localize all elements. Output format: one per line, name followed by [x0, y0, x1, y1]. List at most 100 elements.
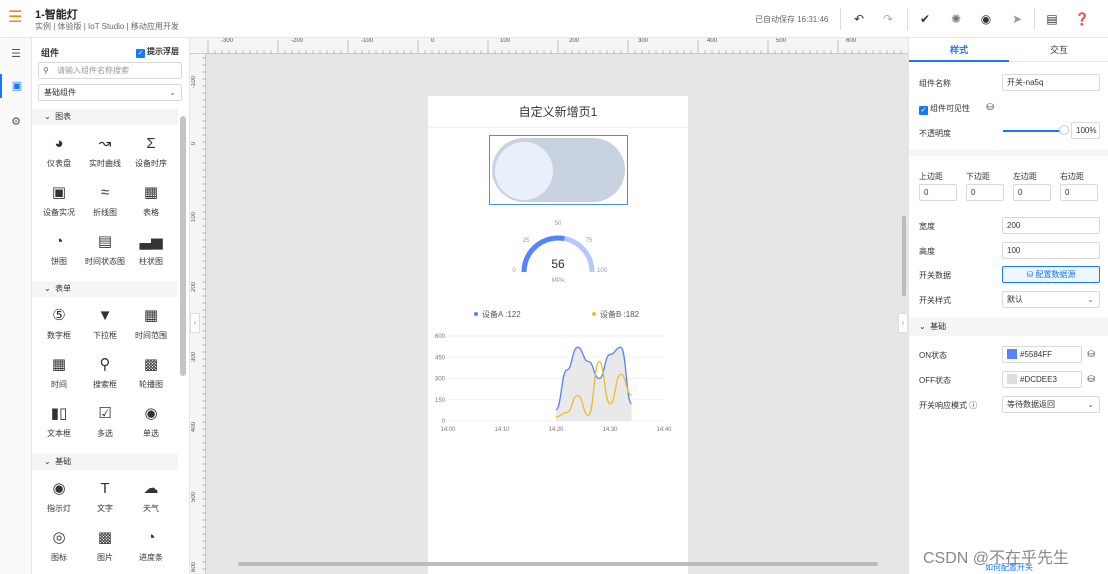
gauge-widget[interactable]: 0 25 50 75 100 56 MPA [428, 216, 688, 296]
margin-bottom-input[interactable]: 0 [966, 184, 1004, 201]
component-pie[interactable]: ◔ 饼图 [36, 228, 82, 276]
on-state-label: ON状态 [919, 351, 947, 360]
float-tip-checkbox[interactable]: ✓ 提示浮层 [136, 46, 179, 58]
switch-component[interactable] [489, 135, 628, 205]
category-select[interactable]: 基础组件 ⌄ [38, 84, 182, 101]
debug-icon[interactable]: ✺ [948, 11, 964, 27]
margin-right-input[interactable]: 0 [1060, 184, 1098, 201]
check-icon[interactable]: ✔ [917, 11, 933, 27]
component-bar-chart[interactable]: ▃▅ 柱状图 [128, 228, 174, 276]
publish-icon[interactable]: ➤ [1009, 11, 1025, 27]
curve-icon: ↝ [98, 135, 112, 152]
preview-eye-icon[interactable]: ◉ [978, 11, 994, 27]
canvas-horizontal-scrollbar[interactable] [238, 562, 878, 566]
component-image[interactable]: ▩ 图片 [82, 524, 128, 572]
component-indicator[interactable]: ◉ 指示灯 [36, 475, 82, 523]
off-color-input[interactable]: #DCDEE3 [1002, 371, 1082, 388]
switch-style-select[interactable]: 默认 ⌄ [1002, 291, 1100, 308]
component-text-box[interactable]: ▮▯ 文本框 [36, 400, 82, 448]
collapse-left-button[interactable]: ‹ [190, 313, 200, 333]
collapse-right-button[interactable]: › [898, 313, 908, 333]
component-time-range[interactable]: ▦ 时间范围 [128, 302, 174, 350]
datasource-button-label: 配置数据源 [1035, 270, 1076, 279]
component-line-chart[interactable]: ≈ 折线图 [82, 179, 128, 227]
legend-series-b[interactable]: 设备B :182 [600, 309, 640, 319]
component-device-live[interactable]: ▣ 设备实况 [36, 179, 82, 227]
gauge-unit: MPA [552, 278, 565, 284]
component-text[interactable]: T 文字 [82, 475, 128, 523]
how-to-configure-link[interactable]: 如何配置开关 [985, 562, 1033, 573]
gauge-tick-label: 0 [512, 268, 516, 274]
help-icon[interactable]: ⓘ [969, 401, 977, 410]
legend-series-a[interactable]: 设备A :122 [482, 309, 521, 319]
component-device-timeseries[interactable]: Σ 设备时序 [128, 130, 174, 178]
component-search-input[interactable]: ⚲ 请输入组件名称搜索 [38, 62, 182, 79]
component-search-box[interactable]: ⚲ 搜索框 [82, 351, 128, 399]
section-basic[interactable]: ⌄ 基础 [909, 318, 1108, 336]
component-gauge[interactable]: ◕ 仪表盘 [36, 130, 82, 178]
group-header-forms[interactable]: ⌄ 表单 [32, 281, 178, 297]
switch-track [492, 138, 625, 202]
y-tick-label: 150 [435, 398, 446, 404]
height-input[interactable]: 100 [1002, 242, 1100, 259]
response-mode-select[interactable]: 等待数据返回 ⌄ [1002, 396, 1100, 413]
component-dropdown[interactable]: ▼ 下拉框 [82, 302, 128, 350]
component-table[interactable]: ▦ 表格 [128, 179, 174, 227]
component-progress[interactable]: ◔ 进度条 [128, 524, 174, 572]
component-realtime-curve[interactable]: ↝ 实时曲线 [82, 130, 128, 178]
ruler-label: 600 [191, 562, 197, 573]
components-icon[interactable]: ▣ [0, 74, 32, 98]
group-header-basic[interactable]: ⌄ 基础 [32, 454, 178, 470]
document-icon[interactable]: ▤ [1044, 11, 1060, 27]
component-single-select[interactable]: ◉ 单选 [128, 400, 174, 448]
line-chart[interactable]: 设备A :122 设备B :182 0150300450600 14:00 14:… [428, 306, 688, 436]
legend-dot-b [592, 312, 596, 316]
component-name-input[interactable]: 开关-na5q [1002, 74, 1100, 91]
gauge-tick-label: 25 [523, 238, 530, 244]
pie-icon: ◔ [54, 233, 64, 250]
component-carousel[interactable]: ▩ 轮播图 [128, 351, 174, 399]
margin-left-input[interactable]: 0 [1013, 184, 1051, 201]
section-label: 基础 [930, 322, 947, 331]
mobile-page-frame[interactable]: 自定义新增页1 0 25 50 75 100 56 MPA 设备A :122 设… [428, 96, 688, 574]
database-icon[interactable]: ⛁ [1085, 372, 1097, 386]
settings-icon[interactable]: ⚙ [0, 110, 32, 134]
configure-datasource-button[interactable]: ⛁ 配置数据源 [1002, 266, 1100, 283]
layers-icon[interactable]: ☰ [0, 42, 32, 66]
component-weather[interactable]: ☁ 天气 [128, 475, 174, 523]
visibility-checkbox[interactable]: ✓ 组件可见性 [919, 103, 970, 115]
component-icon[interactable]: ◎ 图标 [36, 524, 82, 572]
component-time-status[interactable]: ▤ 时间状态图 [82, 228, 128, 276]
tab-style[interactable]: 样式 [909, 38, 1009, 62]
component-number-box[interactable]: ⑤ 数字框 [36, 302, 82, 350]
opacity-slider-handle[interactable] [1059, 125, 1069, 135]
tab-interaction[interactable]: 交互 [1009, 38, 1108, 62]
panel-scrollbar[interactable] [180, 116, 186, 376]
opacity-label: 不透明度 [919, 129, 951, 138]
ruler-label: -100 [361, 38, 374, 44]
opacity-value[interactable]: 100% [1071, 122, 1100, 139]
tile-label: 图片 [97, 553, 113, 562]
menu-icon[interactable]: ☰ [8, 10, 24, 26]
margin-top-input[interactable]: 0 [919, 184, 957, 201]
opacity-slider-track[interactable] [1003, 130, 1063, 132]
editor-canvas[interactable]: -300 -200 -100 0 100 200 300 400 500 600… [190, 38, 908, 574]
ruler-label: 500 [776, 38, 787, 44]
width-input[interactable]: 200 [1002, 217, 1100, 234]
on-color-input[interactable]: #5584FF [1002, 346, 1082, 363]
redo-icon[interactable]: ↷ [880, 11, 896, 27]
cloud-icon: ☁ [143, 480, 159, 497]
divider [907, 8, 908, 30]
component-multi-select[interactable]: ☑ 多选 [82, 400, 128, 448]
undo-icon[interactable]: ↶ [851, 11, 867, 27]
component-time[interactable]: ▦ 时间 [36, 351, 82, 399]
project-title: 1-智能灯 [35, 9, 78, 21]
response-mode-label: 开关响应模式 ⓘ [919, 400, 977, 411]
database-icon[interactable]: ⛁ [1085, 347, 1097, 361]
help-icon[interactable]: ❓ [1074, 11, 1090, 27]
database-icon[interactable]: ⛁ [984, 100, 996, 114]
indicator-icon: ◉ [52, 480, 66, 497]
group-header-charts[interactable]: ⌄ 图表 [32, 109, 178, 125]
ruler-label: 100 [500, 38, 511, 44]
canvas-vertical-scrollbar[interactable] [902, 216, 906, 296]
